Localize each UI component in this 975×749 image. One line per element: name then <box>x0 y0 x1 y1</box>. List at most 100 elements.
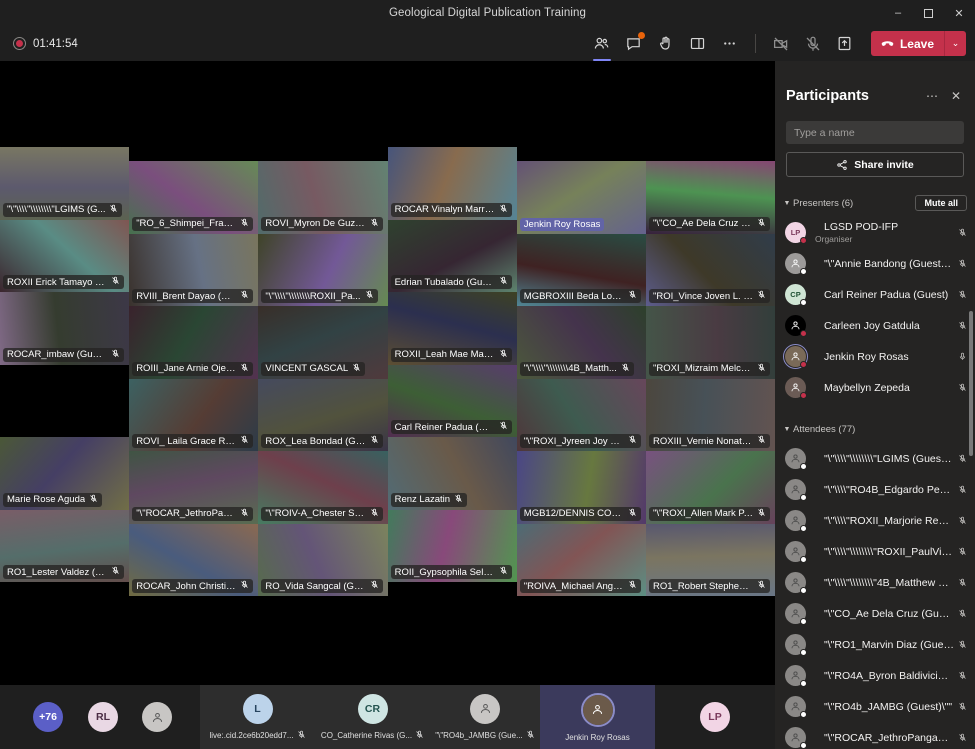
attendee-row[interactable]: "\"\\\\"RO4B_Edgardo Pena Jr (... <box>775 474 975 505</box>
video-tile[interactable]: Carl Reiner Padua (Gue... <box>387 364 517 437</box>
attendees-section-header[interactable]: ▼ Attendees (77) <box>781 417 967 441</box>
presenters-section-header[interactable]: ▼ Presenters (6) Mute all <box>781 191 967 215</box>
more-options-button[interactable] <box>715 29 745 59</box>
video-tile[interactable]: VINCENT GASCAL <box>258 306 388 379</box>
video-tile[interactable]: ROXII Erick Tamayo (GI... <box>0 219 130 292</box>
video-tile[interactable]: "\"\\\\"\\\\\\\\4B_Matth... <box>516 306 646 379</box>
video-tile[interactable]: MGB12/DENNIS CORTE... <box>516 451 646 524</box>
mic-off-icon[interactable] <box>954 574 967 592</box>
breakout-rooms-button[interactable] <box>683 29 713 59</box>
share-invite-button[interactable]: Share invite <box>786 152 964 177</box>
participant-search[interactable] <box>786 121 964 144</box>
mic-off-icon[interactable] <box>954 286 967 304</box>
participant-name-badge: ROIII_Jane Arnie Ojena... <box>132 361 254 376</box>
video-tile[interactable]: ROXIII_Vernie Nonato (... <box>646 378 776 451</box>
presenter-row[interactable]: "\"Annie Bandong (Guest)\"" <box>775 248 975 279</box>
attendee-row[interactable]: "\"CO_Ae Dela Cruz (Guest)\"" <box>775 598 975 629</box>
attendee-row[interactable]: "\"\\\\"\\\\\\\\"LGIMS (Guest)\\\\\\... <box>775 443 975 474</box>
video-tile[interactable]: "\"ROCAR_JethroPang... <box>129 451 259 524</box>
attendee-row[interactable]: "\"\\\\"\\\\\\\\"ROXII_PaulVince... <box>775 536 975 567</box>
video-tile[interactable]: Renz Lazatin <box>387 437 517 510</box>
search-input[interactable] <box>794 126 956 139</box>
mic-off-icon[interactable] <box>954 512 967 530</box>
attendee-row[interactable]: "\"\\\\"\\\\\\\\"4B_Matthew Gar... <box>775 567 975 598</box>
share-content-button[interactable] <box>830 29 860 59</box>
react-button[interactable] <box>651 29 681 59</box>
video-tile[interactable]: ROCAR_John Christian ... <box>129 523 259 596</box>
people-button[interactable] <box>587 29 617 61</box>
mic-off-icon[interactable] <box>954 379 967 397</box>
tray-participant[interactable]: L live:.cid.2ce6b20edd7... <box>200 685 315 749</box>
panel-more-button[interactable]: ⋯ <box>921 85 943 107</box>
video-tile[interactable]: ROXII_Leah Mae Marie... <box>387 292 517 365</box>
mic-toggle-button[interactable] <box>798 29 828 59</box>
video-tile[interactable]: "\"\\\\"\\\\\\\\ROXII_Pa... <box>258 233 388 306</box>
video-tile[interactable]: "ROI_Vince Joven L. Na... <box>646 233 776 306</box>
attendee-row[interactable]: "\"RO4A_Byron Baldivicio (Gu... <box>775 660 975 691</box>
panel-close-button[interactable]: ✕ <box>945 85 967 107</box>
video-tile[interactable]: ROIII_Jane Arnie Ojena... <box>129 306 259 379</box>
mic-off-icon[interactable] <box>954 698 967 716</box>
video-tile[interactable]: "RO_6_Shimpei_Francis... <box>129 161 259 234</box>
mic-off-icon[interactable] <box>954 255 967 273</box>
share-invite-label: Share invite <box>854 158 914 171</box>
video-tile[interactable]: RO1_Lester Valdez (Gu... <box>0 509 130 582</box>
video-tile[interactable]: ROVI_Myron De Guzm... <box>258 161 388 234</box>
tray-participant[interactable]: "\"RO4b_JAMBG (Gue... <box>430 685 540 749</box>
maximize-button[interactable] <box>913 0 943 26</box>
mic-on-icon[interactable] <box>954 348 967 366</box>
video-tile[interactable]: ROVI_ Laila Grace Roxa... <box>129 378 259 451</box>
presenter-row[interactable]: Carleen Joy Gatdula <box>775 310 975 341</box>
video-tile[interactable]: "\"ROXI_Allen Mark P. ... <box>646 451 776 524</box>
mic-off-icon[interactable] <box>954 605 967 623</box>
leave-dropdown-button[interactable]: ⌄ <box>945 31 966 56</box>
video-tile[interactable]: MGBROXIII Beda Louie... <box>516 233 646 306</box>
mic-off-icon[interactable] <box>954 636 967 654</box>
video-tile[interactable]: Marie Rose Aguda <box>0 437 130 510</box>
video-tile[interactable]: "ROIVA_Michael Angel... <box>516 523 646 596</box>
video-tile[interactable]: "\"ROIV-A_Chester Sta... <box>258 451 388 524</box>
tray-participant[interactable]: RL <box>86 685 120 749</box>
video-tile[interactable]: Jenkin Roy Rosas <box>516 161 646 234</box>
video-tile[interactable]: ROCAR Vinalyn Marrero <box>387 147 517 220</box>
mute-all-button[interactable]: Mute all <box>915 195 967 211</box>
video-tile[interactable]: "ROXI_Mizraim Melcho... <box>646 306 776 379</box>
mic-off-icon[interactable] <box>954 667 967 685</box>
tray-participant[interactable]: Jenkin Roy Rosas <box>540 685 655 749</box>
video-tile[interactable]: RO1_Robert Stephen L... <box>646 523 776 596</box>
mic-off-icon[interactable] <box>954 481 967 499</box>
video-tile[interactable]: RVIII_Brent Dayao (Gue... <box>129 233 259 306</box>
attendee-row[interactable]: "\"ROCAR_JethroPanganiban ... <box>775 722 975 749</box>
video-tile[interactable]: Edrian Tubalado (Guest) <box>387 219 517 292</box>
participant-meta: "\"\\\\"ROXII_Marjorie Rebuyo... <box>815 515 954 527</box>
mic-off-icon[interactable] <box>954 543 967 561</box>
mic-off-icon[interactable] <box>954 224 967 242</box>
camera-toggle-button[interactable] <box>766 29 796 59</box>
video-tile[interactable]: ROX_Lea Bondad (Guest) <box>258 378 388 451</box>
panel-scrollbar[interactable] <box>969 311 973 456</box>
chat-button[interactable] <box>619 29 649 59</box>
presenter-row[interactable]: CP Carl Reiner Padua (Guest) <box>775 279 975 310</box>
tray-participant[interactable] <box>140 685 174 749</box>
presenter-row[interactable]: Maybellyn Zepeda <box>775 372 975 403</box>
minimize-button[interactable]: – <box>883 0 913 26</box>
leave-button[interactable]: Leave <box>871 31 944 56</box>
video-tile[interactable]: "\"CO_Ae Dela Cruz (G... <box>646 161 776 234</box>
tray-participant[interactable]: LP <box>655 685 775 749</box>
overflow-count-chip[interactable]: +76 <box>31 685 65 749</box>
presenter-row[interactable]: LP LGSD POD-IFP Organiser <box>775 217 975 248</box>
attendee-row[interactable]: "\"RO1_Marvin Diaz (Guest)\"" <box>775 629 975 660</box>
close-button[interactable]: ✕ <box>943 0 975 26</box>
mic-off-icon[interactable] <box>954 729 967 747</box>
attendee-row[interactable]: "\"\\\\"ROXII_Marjorie Rebuyo... <box>775 505 975 536</box>
video-tile[interactable]: "\"ROXI_Jyreen Joy Pe... <box>516 378 646 451</box>
video-tile[interactable]: ROCAR_imbaw (Guest) <box>0 292 130 365</box>
video-tile[interactable]: "\"\\\\"\\\\\\\\"LGIMS (G... <box>0 147 130 220</box>
presenter-row[interactable]: Jenkin Roy Rosas <box>775 341 975 372</box>
attendee-row[interactable]: "\"RO4b_JAMBG (Guest)\"" <box>775 691 975 722</box>
video-tile[interactable]: ROII_Gypsophila Selva... <box>387 509 517 582</box>
tray-participant[interactable]: CR CO_Catherine Rivas (G... <box>315 685 430 749</box>
mic-off-icon[interactable] <box>954 450 967 468</box>
video-tile[interactable]: RO_Vida Sangcal (Guest) <box>258 523 388 596</box>
mic-off-icon[interactable] <box>954 317 967 335</box>
